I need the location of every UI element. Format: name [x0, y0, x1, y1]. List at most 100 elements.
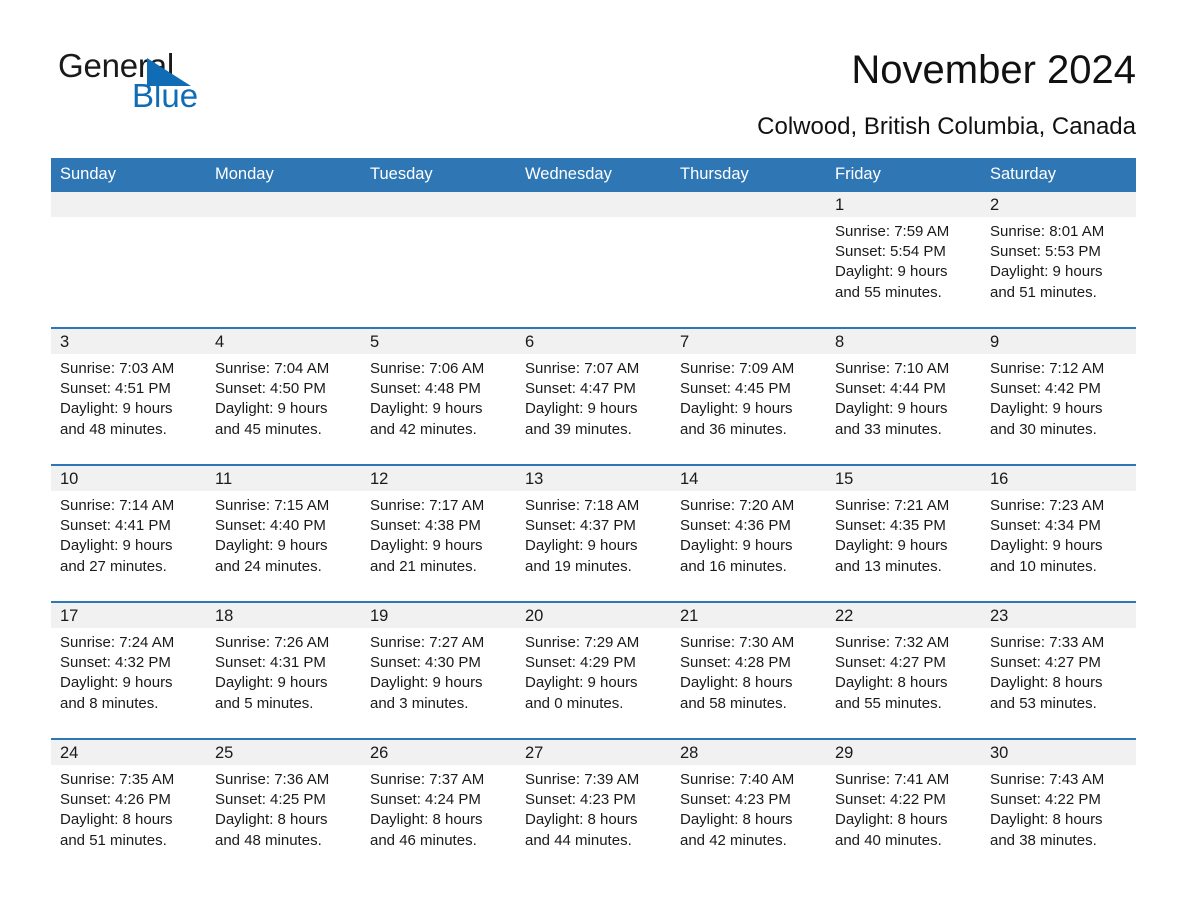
day-details: Sunrise: 7:35 AM Sunset: 4:26 PM Daylight:… — [51, 765, 206, 851]
calendar-day-cell[interactable]: 23 Sunrise: 7:33 AM Sunset: 4:27 PM Dayligh… — [981, 601, 1136, 739]
day-details — [51, 217, 206, 222]
calendar-day-cell[interactable]: 4 Sunrise: 7:04 AM Sunset: 4:50 PM Daylight… — [206, 327, 361, 465]
generalblue-logo[interactable]: General Blue — [58, 48, 358, 118]
calendar-day-cell[interactable]: 30 Sunrise: 7:43 AM Sunset: 4:22 PM Dayligh… — [981, 738, 1136, 875]
day-detail-daylight1: Daylight: 9 hours — [525, 400, 638, 418]
day-details: Sunrise: 7:20 AM Sunset: 4:36 PM Daylight:… — [671, 491, 826, 577]
day-number: 19 — [361, 603, 516, 628]
calendar-day-cell[interactable]: 9 Sunrise: 7:12 AM Sunset: 4:42 PM Daylight… — [981, 327, 1136, 465]
day-cell-inner: 10 Sunrise: 7:14 AM Sunset: 4:41 PM Dayligh… — [51, 466, 206, 601]
calendar-day-cell[interactable]: 18 Sunrise: 7:26 AM Sunset: 4:31 PM Dayligh… — [206, 601, 361, 739]
day-number: 14 — [671, 466, 826, 491]
day-detail-daylight2: and 45 minutes. — [215, 420, 322, 438]
day-detail-sunrise: Sunrise: 7:43 AM — [990, 771, 1105, 788]
calendar-day-cell[interactable]: 13 Sunrise: 7:18 AM Sunset: 4:37 PM Dayligh… — [516, 464, 671, 602]
calendar-day-cell[interactable]: 21 Sunrise: 7:30 AM Sunset: 4:28 PM Dayligh… — [671, 601, 826, 739]
day-detail-sunset: Sunset: 4:48 PM — [370, 380, 481, 398]
calendar-day-cell[interactable]: 1 Sunrise: 7:59 AM Sunset: 5:54 PM Daylight… — [826, 192, 981, 328]
calendar-day-cell[interactable]: 11 Sunrise: 7:15 AM Sunset: 4:40 PM Dayligh… — [206, 464, 361, 602]
calendar-day-cell[interactable]: 28 Sunrise: 7:40 AM Sunset: 4:23 PM Dayligh… — [671, 738, 826, 875]
calendar-day-cell[interactable]: 17 Sunrise: 7:24 AM Sunset: 4:32 PM Dayligh… — [51, 601, 206, 739]
day-details: Sunrise: 7:40 AM Sunset: 4:23 PM Daylight:… — [671, 765, 826, 851]
day-cell-inner: 8 Sunrise: 7:10 AM Sunset: 4:44 PM Daylight… — [826, 329, 981, 464]
day-detail-sunset: Sunset: 4:30 PM — [370, 654, 481, 672]
day-number — [516, 192, 671, 217]
day-cell-inner: 1 Sunrise: 7:59 AM Sunset: 5:54 PM Daylight… — [826, 192, 981, 327]
day-detail-daylight2: and 42 minutes. — [370, 420, 477, 438]
day-number: 25 — [206, 740, 361, 765]
day-details: Sunrise: 7:07 AM Sunset: 4:47 PM Daylight:… — [516, 354, 671, 440]
day-number — [206, 192, 361, 217]
day-detail-daylight1: Daylight: 9 hours — [525, 537, 638, 555]
day-detail-sunrise: Sunrise: 7:20 AM — [680, 497, 795, 514]
day-detail-sunset: Sunset: 4:32 PM — [60, 654, 171, 672]
calendar-day-cell[interactable]: 19 Sunrise: 7:27 AM Sunset: 4:30 PM Dayligh… — [361, 601, 516, 739]
day-detail-daylight1: Daylight: 9 hours — [990, 400, 1103, 418]
day-detail-daylight1: Daylight: 9 hours — [370, 400, 483, 418]
day-cell-inner: 18 Sunrise: 7:26 AM Sunset: 4:31 PM Dayligh… — [206, 603, 361, 738]
day-detail-sunset: Sunset: 4:38 PM — [370, 517, 481, 535]
calendar-day-cell[interactable]: 27 Sunrise: 7:39 AM Sunset: 4:23 PM Dayligh… — [516, 738, 671, 875]
calendar-day-cell[interactable]: 29 Sunrise: 7:41 AM Sunset: 4:22 PM Dayligh… — [826, 738, 981, 875]
calendar-day-cell[interactable]: 14 Sunrise: 7:20 AM Sunset: 4:36 PM Dayligh… — [671, 464, 826, 602]
day-detail-sunrise: Sunrise: 7:37 AM — [370, 771, 485, 788]
day-details: Sunrise: 7:26 AM Sunset: 4:31 PM Daylight:… — [206, 628, 361, 714]
page-subtitle: Colwood, British Columbia, Canada — [757, 113, 1136, 140]
calendar-table: Sunday Monday Tuesday Wednesday Thursday… — [51, 158, 1136, 875]
day-detail-daylight2: and 19 minutes. — [525, 557, 632, 575]
day-detail-daylight1: Daylight: 9 hours — [215, 674, 328, 692]
day-detail-sunset: Sunset: 4:42 PM — [990, 380, 1101, 398]
weekday-header-thursday: Thursday — [671, 158, 826, 192]
calendar-day-cell[interactable]: 7 Sunrise: 7:09 AM Sunset: 4:45 PM Daylight… — [671, 327, 826, 465]
calendar-day-cell[interactable]: 16 Sunrise: 7:23 AM Sunset: 4:34 PM Dayligh… — [981, 464, 1136, 602]
day-number: 11 — [206, 466, 361, 491]
day-number: 12 — [361, 466, 516, 491]
day-number: 27 — [516, 740, 671, 765]
day-cell-inner: 20 Sunrise: 7:29 AM Sunset: 4:29 PM Dayligh… — [516, 603, 671, 738]
calendar-day-cell[interactable]: 6 Sunrise: 7:07 AM Sunset: 4:47 PM Daylight… — [516, 327, 671, 465]
calendar-day-cell[interactable]: 24 Sunrise: 7:35 AM Sunset: 4:26 PM Dayligh… — [51, 738, 206, 875]
day-details: Sunrise: 7:15 AM Sunset: 4:40 PM Daylight:… — [206, 491, 361, 577]
day-detail-sunrise: Sunrise: 7:29 AM — [525, 634, 640, 651]
calendar-day-cell[interactable]: 10 Sunrise: 7:14 AM Sunset: 4:41 PM Dayligh… — [51, 464, 206, 602]
day-cell-inner — [206, 192, 361, 327]
calendar-day-cell[interactable]: 26 Sunrise: 7:37 AM Sunset: 4:24 PM Dayligh… — [361, 738, 516, 875]
day-cell-inner — [51, 192, 206, 327]
calendar-day-cell[interactable]: 12 Sunrise: 7:17 AM Sunset: 4:38 PM Dayligh… — [361, 464, 516, 602]
day-detail-daylight2: and 38 minutes. — [990, 831, 1097, 849]
calendar-day-cell[interactable]: 8 Sunrise: 7:10 AM Sunset: 4:44 PM Daylight… — [826, 327, 981, 465]
day-detail-daylight1: Daylight: 9 hours — [990, 537, 1103, 555]
day-detail-sunrise: Sunrise: 7:18 AM — [525, 497, 640, 514]
day-number: 20 — [516, 603, 671, 628]
day-detail-daylight2: and 51 minutes. — [60, 831, 167, 849]
calendar-day-cell[interactable]: 5 Sunrise: 7:06 AM Sunset: 4:48 PM Daylight… — [361, 327, 516, 465]
weekday-header-monday: Monday — [206, 158, 361, 192]
day-details: Sunrise: 8:01 AM Sunset: 5:53 PM Daylight:… — [981, 217, 1136, 303]
day-detail-sunset: Sunset: 4:23 PM — [680, 791, 791, 809]
calendar-day-cell[interactable]: 15 Sunrise: 7:21 AM Sunset: 4:35 PM Dayligh… — [826, 464, 981, 602]
day-number: 22 — [826, 603, 981, 628]
calendar-day-cell[interactable]: 3 Sunrise: 7:03 AM Sunset: 4:51 PM Daylight… — [51, 327, 206, 465]
day-details: Sunrise: 7:41 AM Sunset: 4:22 PM Daylight:… — [826, 765, 981, 851]
day-detail-daylight1: Daylight: 9 hours — [835, 263, 948, 281]
day-detail-sunset: Sunset: 5:54 PM — [835, 243, 946, 261]
day-details: Sunrise: 7:23 AM Sunset: 4:34 PM Daylight:… — [981, 491, 1136, 577]
calendar-week-row: 3 Sunrise: 7:03 AM Sunset: 4:51 PM Daylight… — [51, 327, 1136, 465]
day-cell-inner: 24 Sunrise: 7:35 AM Sunset: 4:26 PM Dayligh… — [51, 740, 206, 875]
day-detail-sunrise: Sunrise: 7:15 AM — [215, 497, 330, 514]
calendar-day-cell[interactable]: 2 Sunrise: 8:01 AM Sunset: 5:53 PM Daylight… — [981, 192, 1136, 328]
day-number: 13 — [516, 466, 671, 491]
day-details: Sunrise: 7:39 AM Sunset: 4:23 PM Daylight:… — [516, 765, 671, 851]
day-details — [361, 217, 516, 222]
day-detail-sunrise: Sunrise: 7:59 AM — [835, 223, 950, 240]
day-number: 7 — [671, 329, 826, 354]
day-detail-sunrise: Sunrise: 7:41 AM — [835, 771, 950, 788]
calendar-day-cell[interactable]: 25 Sunrise: 7:36 AM Sunset: 4:25 PM Dayligh… — [206, 738, 361, 875]
day-details: Sunrise: 7:36 AM Sunset: 4:25 PM Daylight:… — [206, 765, 361, 851]
day-detail-sunset: Sunset: 4:45 PM — [680, 380, 791, 398]
calendar-day-cell[interactable]: 22 Sunrise: 7:32 AM Sunset: 4:27 PM Dayligh… — [826, 601, 981, 739]
day-details: Sunrise: 7:04 AM Sunset: 4:50 PM Daylight:… — [206, 354, 361, 440]
day-detail-daylight1: Daylight: 8 hours — [990, 674, 1103, 692]
calendar-day-cell[interactable]: 20 Sunrise: 7:29 AM Sunset: 4:29 PM Dayligh… — [516, 601, 671, 739]
day-cell-inner: 11 Sunrise: 7:15 AM Sunset: 4:40 PM Dayligh… — [206, 466, 361, 601]
